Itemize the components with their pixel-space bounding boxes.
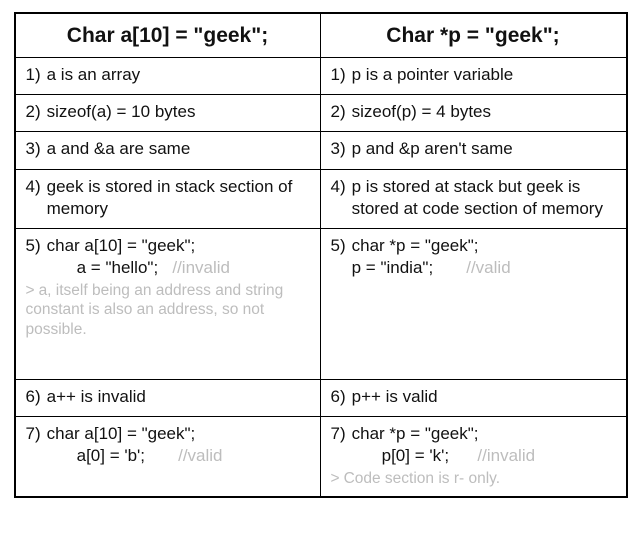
- item-number: 7): [26, 423, 41, 467]
- item-number: 5): [26, 235, 41, 279]
- table-row: 3) a and &a are same 3) p and &p aren't …: [16, 131, 626, 168]
- note-text: a, itself being an address and string co…: [26, 282, 284, 338]
- explanation-note: >a, itself being an address and string c…: [26, 281, 310, 339]
- table-row: 4) geek is stored in stack section of me…: [16, 169, 626, 228]
- item-text: p and &p aren't same: [352, 138, 616, 160]
- cell-left: 5) char a[10] = "geek"; a = "hello"; //i…: [16, 229, 321, 379]
- explanation-note: >Code section is r- only.: [331, 469, 616, 488]
- cell-left: 2) sizeof(a) = 10 bytes: [16, 95, 321, 131]
- code-comment: //valid: [178, 446, 222, 465]
- item-number: 1): [26, 64, 41, 86]
- cell-left: 7) char a[10] = "geek"; a[0] = 'b'; //va…: [16, 417, 321, 497]
- note-text: Code section is r- only.: [344, 470, 501, 487]
- code-line: a[0] = 'b';: [77, 446, 145, 465]
- item-text: p is a pointer variable: [352, 64, 616, 86]
- item-number: 2): [331, 101, 346, 123]
- cell-right: 2) sizeof(p) = 4 bytes: [321, 95, 626, 131]
- item-number: 4): [331, 176, 346, 220]
- code-line: p = "india";: [352, 258, 434, 277]
- header-array: Char a[10] = "geek";: [16, 14, 321, 57]
- code-comment: //invalid: [172, 258, 230, 277]
- item-number: 6): [26, 386, 41, 408]
- code-comment: //valid: [466, 258, 510, 277]
- header-row: Char a[10] = "geek"; Char *p = "geek";: [16, 14, 626, 57]
- comparison-table: Char a[10] = "geek"; Char *p = "geek"; 1…: [14, 12, 628, 498]
- cell-left: 6) a++ is invalid: [16, 380, 321, 416]
- cell-right: 7) char *p = "geek"; p[0] = 'k'; //inval…: [321, 417, 626, 497]
- table-row: 7) char a[10] = "geek"; a[0] = 'b'; //va…: [16, 416, 626, 497]
- item-number: 1): [331, 64, 346, 86]
- item-text: a and &a are same: [47, 138, 310, 160]
- item-number: 6): [331, 386, 346, 408]
- item-number: 3): [331, 138, 346, 160]
- code-line: char a[10] = "geek";: [47, 424, 196, 443]
- table-row: 6) a++ is invalid 6) p++ is valid: [16, 379, 626, 416]
- note-marker: >: [331, 470, 340, 487]
- item-number: 7): [331, 423, 346, 467]
- cell-right: 1) p is a pointer variable: [321, 58, 626, 94]
- code-line: char *p = "geek";: [352, 424, 479, 443]
- item-text: geek is stored in stack section of memor…: [47, 176, 310, 220]
- item-text: a++ is invalid: [47, 386, 310, 408]
- item-text: a is an array: [47, 64, 310, 86]
- cell-right: 3) p and &p aren't same: [321, 132, 626, 168]
- table-row: 2) sizeof(a) = 10 bytes 2) sizeof(p) = 4…: [16, 94, 626, 131]
- item-text: p is stored at stack but geek is stored …: [352, 176, 616, 220]
- code-line: char a[10] = "geek";: [47, 236, 196, 255]
- item-number: 5): [331, 235, 346, 279]
- cell-right: 6) p++ is valid: [321, 380, 626, 416]
- cell-right: 5) char *p = "geek"; p = "india"; //vali…: [321, 229, 626, 379]
- cell-left: 4) geek is stored in stack section of me…: [16, 170, 321, 228]
- code-comment: //invalid: [477, 446, 535, 465]
- cell-left: 1) a is an array: [16, 58, 321, 94]
- note-marker: >: [26, 282, 35, 299]
- item-text: sizeof(p) = 4 bytes: [352, 101, 616, 123]
- cell-left: 3) a and &a are same: [16, 132, 321, 168]
- item-text: sizeof(a) = 10 bytes: [47, 101, 310, 123]
- table-row: 5) char a[10] = "geek"; a = "hello"; //i…: [16, 228, 626, 379]
- item-number: 4): [26, 176, 41, 220]
- code-line: p[0] = 'k';: [382, 446, 449, 465]
- code-line: char *p = "geek";: [352, 236, 479, 255]
- cell-right: 4) p is stored at stack but geek is stor…: [321, 170, 626, 228]
- item-number: 3): [26, 138, 41, 160]
- item-number: 2): [26, 101, 41, 123]
- code-line: a = "hello";: [77, 258, 159, 277]
- item-text: p++ is valid: [352, 386, 616, 408]
- header-pointer: Char *p = "geek";: [321, 14, 626, 57]
- table-row: 1) a is an array 1) p is a pointer varia…: [16, 57, 626, 94]
